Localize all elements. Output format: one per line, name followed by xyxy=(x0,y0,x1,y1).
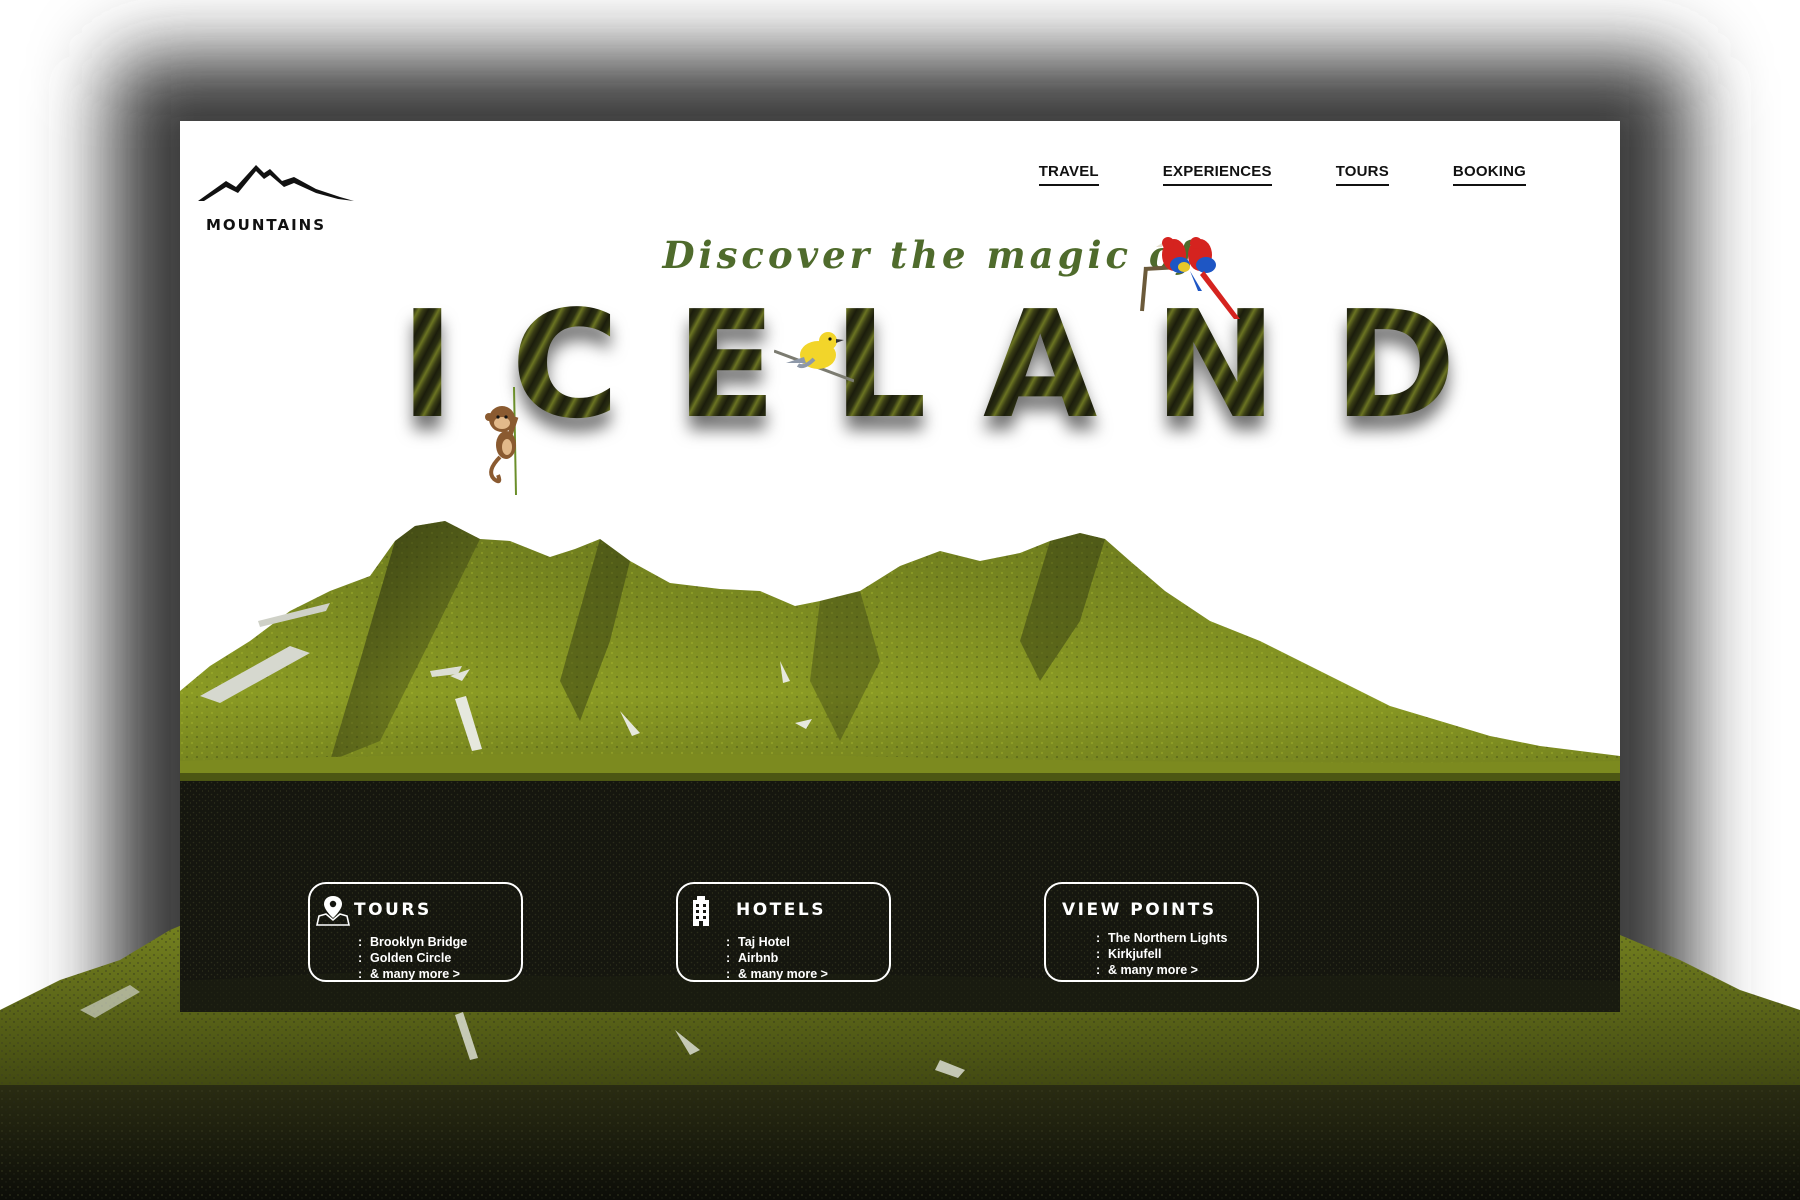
card-item: : The Northern Lights xyxy=(1096,931,1228,945)
mountain-peaks-icon xyxy=(198,165,354,201)
nav-booking[interactable]: BOOKING xyxy=(1452,163,1526,186)
card-hotels[interactable]: HOTELS : Taj Hotel : Airbnb : & many more > xyxy=(676,882,891,982)
card-item: : Golden Circle xyxy=(358,951,452,965)
mockup-stage: MOUNTAINS TRAVEL EXPERIENCES TOURS BOOKI… xyxy=(0,0,1800,1200)
brand-name: MOUNTAINS xyxy=(206,216,327,234)
hotel-building-icon xyxy=(693,896,709,926)
card-more-link[interactable]: : & many more > xyxy=(726,966,828,982)
nav-experiences[interactable]: EXPERIENCES xyxy=(1162,163,1272,186)
card-item: : Brooklyn Bridge xyxy=(358,935,468,949)
brand-logo[interactable]: MOUNTAINS xyxy=(198,159,368,239)
hero-headline: ICELAND xyxy=(180,279,1620,451)
hero-tagline: Discover the magic of xyxy=(662,233,1198,277)
card-title-view-points: VIEW POINTS xyxy=(1062,900,1217,920)
card-view-points[interactable]: VIEW POINTS : The Northern Lights : Kirkju… xyxy=(1044,882,1259,982)
monkey-illustration xyxy=(485,387,519,496)
card-list-hotels: : Taj Hotel : Airbnb : & many more > xyxy=(726,934,828,982)
nav-travel[interactable]: TRAVEL xyxy=(1038,163,1099,186)
card-title-hotels: HOTELS xyxy=(736,900,826,920)
nav-tours[interactable]: TOURS xyxy=(1335,163,1389,186)
card-item: : Airbnb xyxy=(726,951,779,965)
card-tours[interactable]: TOURS : Brooklyn Bridge : Golden Circle : &… xyxy=(308,882,523,982)
card-item: : Taj Hotel xyxy=(726,935,790,949)
card-list-view-points: : The Northern Lights : Kirkjufell : & many… xyxy=(1096,930,1227,978)
parrots-illustration xyxy=(1140,237,1240,319)
card-title-tours: TOURS xyxy=(354,900,432,920)
card-item: : Kirkjufell xyxy=(1096,947,1162,961)
website-screen: MOUNTAINS TRAVEL EXPERIENCES TOURS BOOKI… xyxy=(180,121,1620,1012)
main-navigation: TRAVEL EXPERIENCES TOURS BOOKING xyxy=(975,163,1526,186)
card-list-tours: : Brooklyn Bridge : Golden Circle : & many … xyxy=(358,934,467,982)
map-pin-icon xyxy=(316,896,350,926)
card-more-link[interactable]: : & many more > xyxy=(1096,962,1227,978)
card-more-link[interactable]: : & many more > xyxy=(358,966,467,982)
yellow-bird-illustration xyxy=(774,332,854,383)
